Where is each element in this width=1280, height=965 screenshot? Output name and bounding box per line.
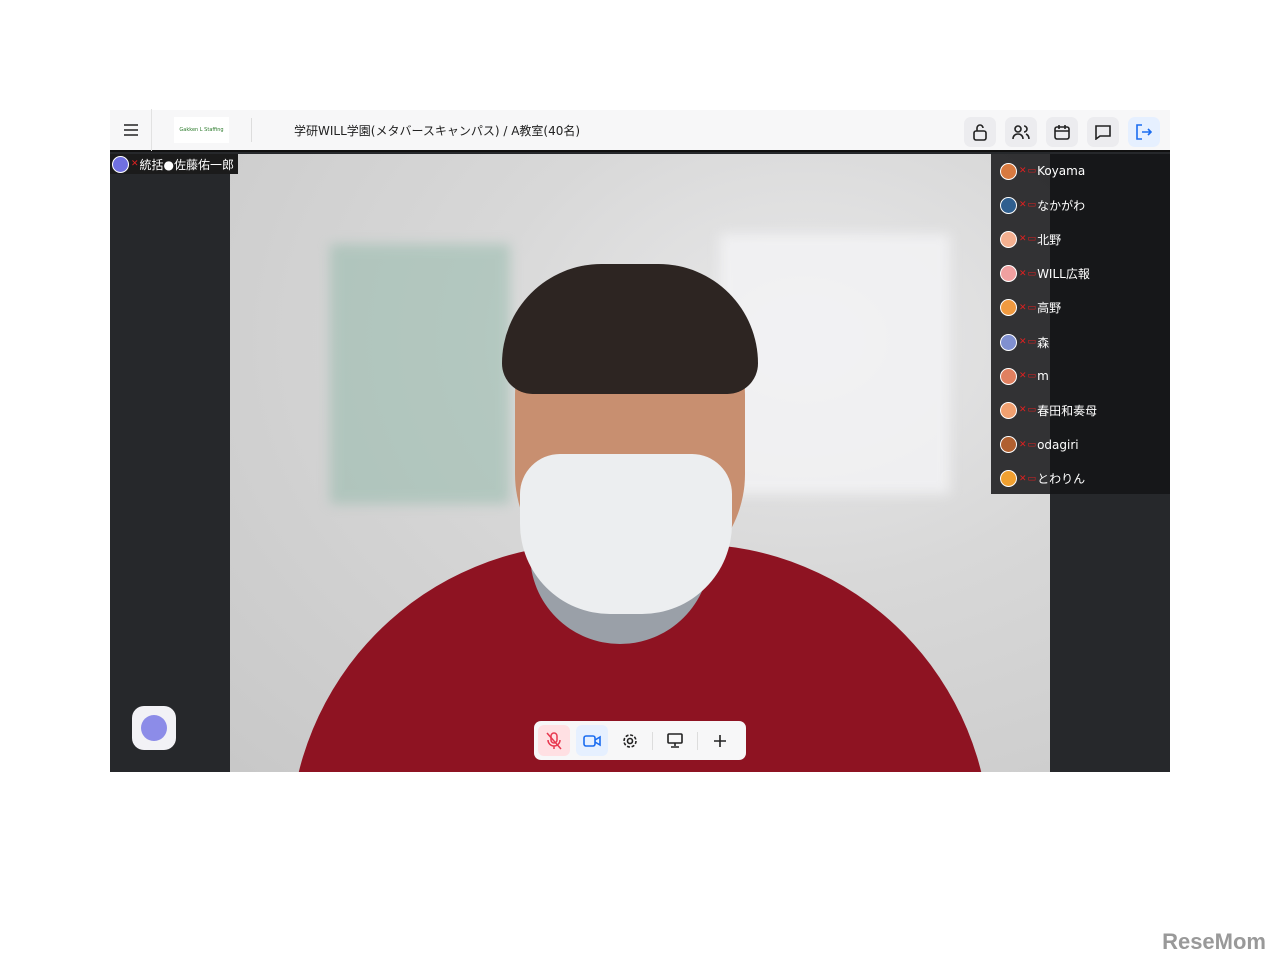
mic-off-icon	[546, 731, 562, 749]
participant-name: 北野	[1037, 232, 1062, 247]
camera-off-icon: ▭	[1027, 439, 1037, 450]
mic-off-icon: ✕	[1019, 302, 1027, 313]
divider	[697, 731, 698, 750]
mic-off-icon: ✕	[1019, 200, 1027, 211]
media-controls	[534, 721, 746, 760]
calendar-button[interactable]	[1046, 117, 1078, 147]
participant-name: 春田和奏母	[1037, 403, 1098, 418]
divider	[251, 118, 252, 142]
exit-button[interactable]	[1128, 117, 1160, 147]
participant-item[interactable]: ✕ ▭ odagiri	[991, 428, 1170, 462]
participant-name: 森	[1037, 335, 1050, 350]
camera-off-icon: ▭	[1027, 166, 1037, 177]
avatar	[1000, 162, 1017, 180]
avatar	[1000, 299, 1017, 317]
participants-button[interactable]	[1005, 117, 1037, 147]
participant-item[interactable]: ✕ ▭ なかがわ	[991, 188, 1170, 222]
hamburger-icon	[123, 124, 138, 136]
mic-off-icon: ✕	[1019, 268, 1027, 279]
camera-off-icon: ▭	[1027, 234, 1037, 245]
screen-share-icon	[667, 733, 683, 748]
camera-toggle-button[interactable]	[576, 725, 608, 756]
mic-off-icon: ✕	[1019, 473, 1027, 484]
participant-item[interactable]: ✕ ▭ WILL広報	[991, 257, 1170, 291]
ghost-icon	[141, 715, 167, 741]
avatar	[1000, 367, 1017, 385]
self-name-tag: ✕ 統括●佐藤佑一郎	[110, 154, 239, 174]
participant-name: 高野	[1037, 301, 1062, 316]
room-title: 学研WILL学園(メタバースキャンパス) / A教室(40名)	[294, 123, 581, 138]
top-bar: Gakken L Staffing 学研WILL学園(メタバースキャンパス) /…	[110, 109, 1170, 152]
participant-item[interactable]: ✕ ▭ m	[991, 359, 1170, 393]
add-button[interactable]	[704, 725, 736, 756]
screen-share-button[interactable]	[659, 725, 691, 756]
participant-item[interactable]: ✕ ▭ 高野	[991, 291, 1170, 325]
camera-off-icon: ▭	[1027, 302, 1037, 313]
mic-off-icon: ✕	[131, 159, 139, 169]
avatar	[112, 155, 129, 173]
avatar	[1000, 470, 1017, 488]
camera-off-icon: ▭	[1027, 405, 1037, 416]
avatar	[1000, 436, 1017, 454]
participant-list: ✕ ▭ Koyama ✕ ▭ なかがわ ✕ ▭ 北野 ✕ ▭ WILL広報 ✕ ▭ 高野 ✕ ▭ 森 ✕ ▭ m ✕ ▭ 春田…	[991, 154, 1170, 494]
avatar	[1000, 230, 1017, 248]
camera-off-icon: ▭	[1027, 200, 1037, 211]
background-wall	[330, 244, 510, 504]
menu-button[interactable]	[110, 109, 152, 151]
chat-icon	[1095, 125, 1111, 140]
lock-open-icon	[973, 124, 987, 141]
mic-off-icon: ✕	[1019, 405, 1027, 416]
metaverse-app: Gakken L Staffing 学研WILL学園(メタバースキャンパス) /…	[110, 109, 1170, 772]
person-mask	[520, 454, 732, 614]
mic-toggle-button[interactable]	[538, 725, 570, 756]
chat-button[interactable]	[1087, 117, 1119, 147]
watermark: ReseMom	[1162, 929, 1266, 954]
plus-icon	[714, 734, 726, 747]
participant-name: odagiri	[1037, 437, 1079, 452]
avatar	[1000, 196, 1017, 214]
participant-name: WILL広報	[1037, 267, 1090, 282]
participant-item[interactable]: ✕ ▭ 北野	[991, 222, 1170, 256]
participant-name: とわりん	[1037, 472, 1086, 487]
calendar-icon	[1054, 125, 1070, 140]
participant-item[interactable]: ✕ ▭ 春田和奏母	[991, 393, 1170, 427]
camera-off-icon: ▭	[1027, 473, 1037, 484]
assistant-button[interactable]	[132, 706, 176, 750]
camera-off-icon: ▭	[1027, 337, 1037, 348]
settings-icon	[623, 733, 637, 748]
logo: Gakken L Staffing	[174, 117, 229, 143]
mic-off-icon: ✕	[1019, 166, 1027, 177]
mic-off-icon: ✕	[1019, 439, 1027, 450]
participant-item[interactable]: ✕ ▭ 森	[991, 325, 1170, 359]
users-icon	[1012, 125, 1030, 140]
avatar	[1000, 401, 1017, 419]
camera-off-icon: ▭	[1027, 268, 1037, 279]
mic-off-icon: ✕	[1019, 371, 1027, 382]
mic-off-icon: ✕	[1019, 234, 1027, 245]
exit-icon	[1136, 124, 1152, 140]
settings-button[interactable]	[614, 725, 646, 756]
video-feed	[230, 154, 1050, 772]
divider	[652, 731, 653, 750]
lock-button[interactable]	[964, 117, 996, 147]
participant-item[interactable]: ✕ ▭ とわりん	[991, 462, 1170, 496]
participant-name: なかがわ	[1037, 198, 1086, 213]
mic-off-icon: ✕	[1019, 337, 1027, 348]
avatar	[1000, 333, 1017, 351]
camera-icon	[583, 734, 601, 747]
participant-name: m	[1037, 369, 1049, 384]
avatar	[1000, 265, 1017, 283]
participant-item[interactable]: ✕ ▭ Koyama	[991, 154, 1170, 188]
participant-name: Koyama	[1037, 164, 1086, 179]
camera-off-icon: ▭	[1027, 371, 1037, 382]
